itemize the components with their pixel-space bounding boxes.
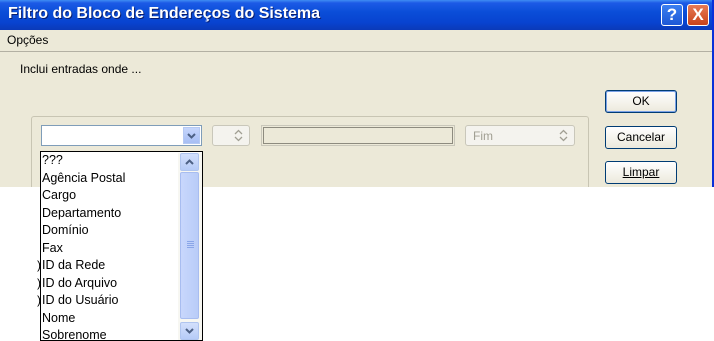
window-title: Filtro do Bloco de Endereços do Sistema [8, 5, 321, 22]
dropdown-option[interactable]: ??? [42, 152, 63, 169]
end-select[interactable]: Fim [465, 125, 575, 146]
chevron-down-icon[interactable] [180, 322, 199, 340]
field-dropdown-list[interactable]: ??? Agência Postal Cargo Departamento Do… [40, 151, 203, 341]
menu-bar: Opções [0, 30, 712, 52]
dropdown-option[interactable]: ID da Rede [42, 257, 105, 274]
scrollbar-grip [187, 245, 194, 246]
chevron-down-icon[interactable] [183, 127, 200, 144]
clear-button[interactable]: Limpar [605, 161, 677, 184]
scrollbar-grip [187, 241, 194, 242]
scrollbar-grip [187, 243, 194, 244]
field-combobox[interactable] [41, 125, 202, 146]
dropdown-option[interactable]: Fax [42, 240, 63, 257]
up-down-icon [234, 129, 243, 142]
operator-select[interactable] [212, 125, 250, 146]
dropdown-option[interactable]: Departamento [42, 205, 121, 222]
clear-button-label: Limpar [622, 165, 660, 179]
end-select-value: Fim [473, 129, 493, 143]
help-button[interactable]: ? [661, 4, 683, 26]
dropdown-option[interactable]: ID do Arquivo [42, 275, 117, 292]
dropdown-option[interactable]: Nome [42, 310, 75, 327]
dropdown-scrollbar[interactable] [178, 153, 202, 340]
dropdown-option[interactable]: Cargo [42, 187, 76, 204]
dropdown-option[interactable]: Domínio [42, 222, 89, 239]
menu-options[interactable]: Opções [7, 33, 48, 47]
filter-label: Inclui entradas onde ... [20, 62, 142, 76]
chevron-up-icon[interactable] [180, 153, 199, 171]
value-field-inner [263, 127, 453, 144]
value-field[interactable] [261, 125, 455, 146]
cancel-button[interactable]: Cancelar [605, 126, 677, 149]
dropdown-option[interactable]: Sobrenome [42, 327, 107, 340]
scrollbar-thumb[interactable] [180, 172, 199, 319]
ok-button[interactable]: OK [605, 90, 677, 113]
title-bar[interactable]: Filtro do Bloco de Endereços do Sistema … [0, 0, 712, 30]
up-down-icon [559, 129, 568, 142]
close-button[interactable]: X [687, 4, 709, 26]
scrollbar-grip [187, 247, 194, 248]
dropdown-option[interactable]: ID do Usuário [42, 292, 118, 309]
dropdown-option[interactable]: Agência Postal [42, 170, 125, 187]
